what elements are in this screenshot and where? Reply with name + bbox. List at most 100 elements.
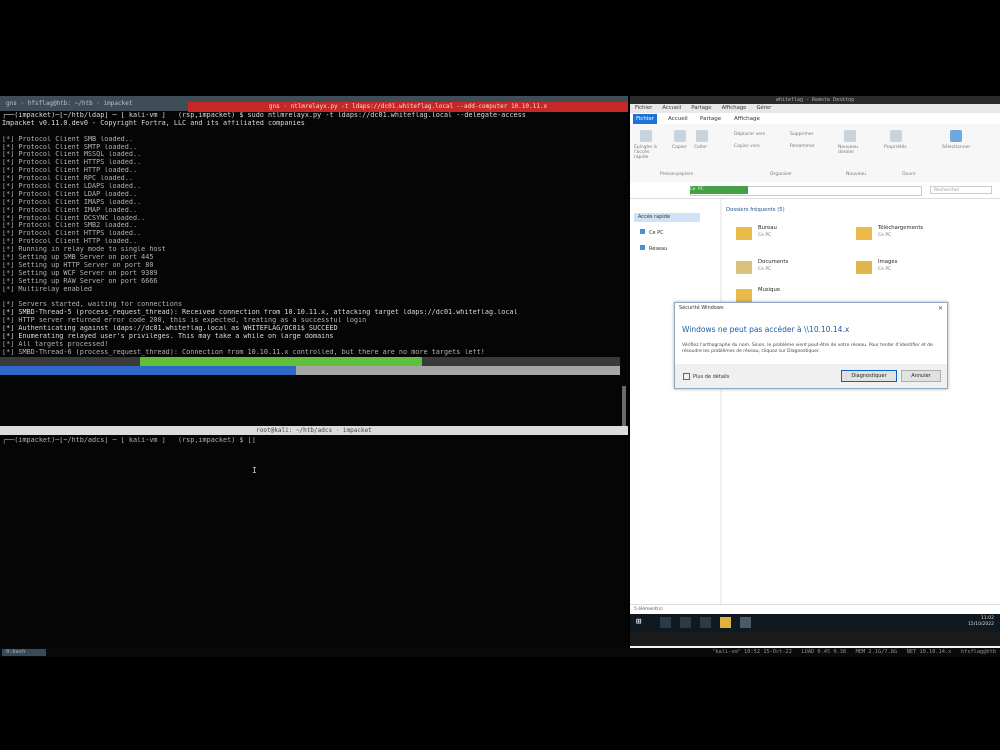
terminal-line: [*] Protocol Client DCSYNC loaded..	[2, 214, 146, 222]
folder-item[interactable]: Documents Ce PC	[736, 257, 856, 281]
ribbon-tabs: Fichier Accueil Partage Affichage	[630, 113, 1000, 124]
properties-icon[interactable]	[890, 130, 902, 142]
taskbar-clock[interactable]: 11:02 15/10/2022	[968, 616, 994, 628]
pin-icon[interactable]	[640, 130, 652, 142]
terminal-line: [*] Enumerating relayed user's privilege…	[2, 332, 334, 340]
terminal-prompt[interactable]: ┌──(impacket)─[~/htb/adcs] ─ [ kali-vm ]…	[0, 437, 628, 445]
terminal-output[interactable]: ┌──(impacket)─[~/htb/ldap] ─ [ kali-vm ]…	[0, 112, 628, 422]
copy-icon[interactable]	[674, 130, 686, 142]
tab-file[interactable]: Fichier	[633, 114, 657, 124]
dialog-title: Sécurité Windows	[679, 305, 724, 311]
dialog-message: Vérifiez l'orthographe du nom. Sinon, le…	[682, 343, 933, 354]
terminal-line: [*] Setting up SMB Server on port 445	[2, 254, 154, 262]
folder-location: Ce PC	[878, 267, 892, 272]
new-group-label: Nouveau	[846, 172, 867, 177]
folder-name: Documents	[758, 259, 789, 265]
terminal-line: [*] All targets processed!	[2, 340, 109, 348]
folder-item[interactable]: Téléchargements Ce PC	[856, 223, 976, 247]
documents-icon	[736, 261, 752, 274]
clock-date: 15/10/2022	[968, 622, 994, 627]
menu-item[interactable]: Gérer	[756, 105, 771, 111]
terminal-line: [*] Running in relay mode to single host	[2, 246, 166, 254]
selection-highlight-blue	[0, 366, 620, 375]
move-to-button[interactable]: Déplacer vers	[734, 132, 765, 137]
terminal-line: [*] Protocol Client SMB2 loaded..	[2, 222, 138, 230]
task-view-icon[interactable]	[680, 617, 691, 628]
folder-item[interactable]: Images Ce PC	[856, 257, 976, 281]
group-header[interactable]: Dossiers fréquents (5)	[726, 207, 785, 213]
terminal-window[interactable]: gns · hfsflag@htb: ~/htb · impacket gns …	[0, 96, 628, 652]
tmux-status-right: "kali-vm" 10:52 15-Oct-22 LOAD 0.45 0.38…	[712, 649, 996, 655]
copy-to-button[interactable]: Copier vers	[734, 144, 760, 149]
menu-item[interactable]: Accueil	[662, 105, 681, 111]
folder-item[interactable]: Bureau Ce PC	[736, 223, 856, 247]
folder-icon	[856, 227, 872, 240]
select-label: Sélectionner	[942, 145, 971, 150]
terminal-line: [*] Protocol Client SMB loaded..	[2, 135, 133, 143]
terminal-line: [*] Protocol Client IMAPS loaded..	[2, 198, 142, 206]
dialog-heading: Windows ne peut pas accéder à \\10.10.14…	[682, 325, 850, 334]
menu-item[interactable]: Affichage	[722, 105, 747, 111]
open-group-label: Ouvrir	[902, 172, 917, 177]
start-icon[interactable]: ⊞	[636, 617, 647, 628]
details-label: Plus de détails	[693, 374, 730, 380]
cancel-button[interactable]: Annuler	[901, 370, 941, 382]
tab-home[interactable]: Accueil	[668, 114, 688, 124]
tab-view[interactable]: Affichage	[734, 114, 760, 124]
tab-share[interactable]: Partage	[700, 114, 721, 124]
explorer-menubar: Fichier Accueil Partage Affichage Gérer	[630, 104, 1000, 113]
network-error-dialog[interactable]: Sécurité Windows ✕ Windows ne peut pas a…	[674, 302, 948, 389]
terminal-split-title: root@kali: ~/htb/adcs · impacket	[0, 426, 628, 435]
terminal-line: [*] Protocol Client HTTPS loaded..	[2, 230, 142, 238]
tmux-statusbar: 0:bash "kali-vm" 10:52 15-Oct-22 LOAD 0.…	[0, 648, 1000, 657]
search-input[interactable]: Rechercher	[930, 186, 992, 194]
rdp-titlebar: whiteflag - Remote Desktop	[630, 96, 1000, 104]
nav-item-network[interactable]: Réseau	[640, 245, 667, 253]
edge-icon[interactable]	[700, 617, 711, 628]
tmux-session-label: 0:bash	[6, 649, 26, 655]
paste-icon[interactable]	[696, 130, 708, 142]
terminal-line: [*] Protocol Client IMAP loaded..	[2, 206, 138, 214]
nav-item-this-pc[interactable]: Ce PC	[640, 229, 664, 237]
nav-item-label: Ce PC	[649, 230, 664, 236]
address-breadcrumb[interactable]: Ce PC	[690, 186, 748, 194]
terminal-pane-title: gns · ntlmrelayx.py -t ldaps://dc01.whit…	[188, 102, 628, 112]
terminal-line: [*] Setting up WCF Server on port 9389	[2, 269, 158, 277]
nav-quick-access[interactable]: Accès rapide	[634, 213, 700, 222]
chevron-down-icon	[683, 373, 690, 380]
mouse-cursor-icon: I	[252, 466, 257, 475]
terminal-line: [*] Protocol Client HTTPS loaded..	[2, 159, 142, 167]
diagnose-button[interactable]: Diagnostiquer	[841, 370, 897, 382]
address-bar: Ce PC Rechercher	[630, 182, 1000, 199]
menu-item[interactable]: Partage	[691, 105, 711, 111]
explorer-statusbar: 5 élément(s)	[630, 604, 1000, 614]
menu-item[interactable]: Fichier	[635, 105, 652, 111]
terminal-line: [*] Multirelay enabled	[2, 285, 93, 293]
folder-content: Dossiers fréquents (5) Bureau Ce PC Télé…	[722, 199, 1000, 607]
prompt-line[interactable]: ┌──(impacket)─[~/htb/adcs] ─ [ kali-vm ]…	[0, 437, 628, 445]
select-icon[interactable]	[950, 130, 962, 142]
pictures-icon	[856, 261, 872, 274]
terminal-line: [*] Protocol Client SMTP loaded..	[2, 143, 138, 151]
new-folder-icon[interactable]	[844, 130, 856, 142]
file-explorer-icon[interactable]	[720, 617, 731, 628]
terminal-line: Impacket v0.11.0.dev0 - Copyright Fortra…	[2, 119, 305, 127]
folder-location: Ce PC	[758, 233, 772, 238]
terminal-scrollbar[interactable]	[622, 386, 626, 426]
terminal-tab[interactable]: gns · hfsflag@htb: ~/htb · impacket	[0, 96, 138, 111]
rename-button[interactable]: Renommer	[790, 144, 815, 149]
terminal-line: [*] Protocol Client RPC loaded..	[2, 175, 133, 183]
terminal-line: ┌──(impacket)─[~/htb/ldap] ─ [ kali-vm ]…	[2, 112, 526, 119]
terminal-line: [*] Setting up RAW Server on port 6666	[2, 277, 158, 285]
terminal-line: [*] Setting up HTTP Server on port 80	[2, 261, 154, 269]
terminal-line: [*] Protocol Client HTTP loaded..	[2, 167, 138, 175]
nav-item-label: Réseau	[649, 246, 668, 252]
delete-button[interactable]: Supprimer	[790, 132, 814, 137]
search-icon[interactable]	[660, 617, 671, 628]
terminal-line: [*] SMBD-Thread-6 (process_request_threa…	[2, 348, 485, 356]
store-icon[interactable]	[740, 617, 751, 628]
details-toggle[interactable]: Plus de détails	[683, 373, 729, 380]
terminal-line: [*] Protocol Client MSSQL loaded..	[2, 151, 142, 159]
close-icon[interactable]: ✕	[938, 303, 943, 314]
